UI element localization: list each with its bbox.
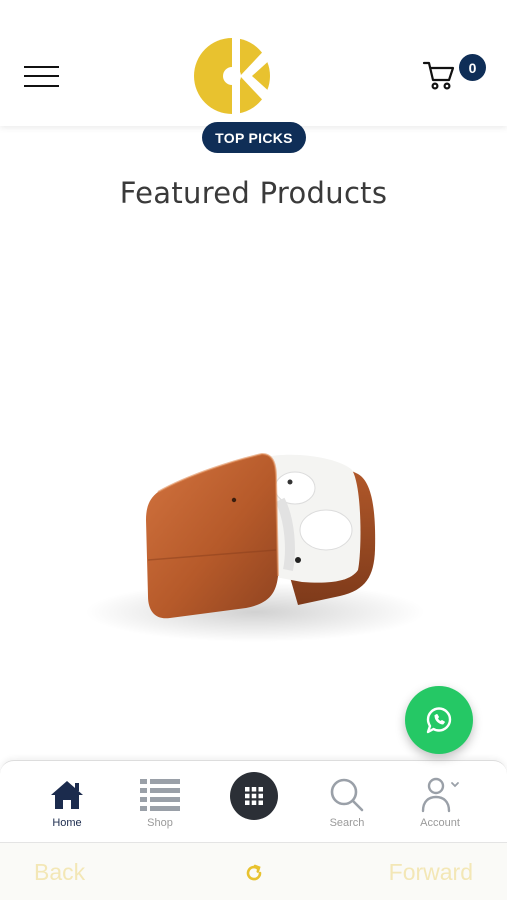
product-image[interactable] xyxy=(40,400,470,690)
reload-icon[interactable] xyxy=(244,863,264,883)
user-icon xyxy=(421,777,459,813)
tab-shop-label: Shop xyxy=(147,817,173,829)
home-icon xyxy=(51,781,83,809)
tab-account[interactable]: Account xyxy=(395,761,485,843)
cart-count-badge: 0 xyxy=(459,54,486,81)
tab-account-label: Account xyxy=(420,817,460,829)
back-button[interactable]: Back xyxy=(34,859,85,886)
whatsapp-icon xyxy=(426,707,452,734)
search-icon xyxy=(330,778,364,812)
section-title: Featured Products xyxy=(119,176,388,210)
tab-search-label: Search xyxy=(329,817,365,829)
tab-shop[interactable]: Shop xyxy=(115,761,205,843)
tab-search[interactable]: Search xyxy=(302,761,392,843)
tab-home-label: Home xyxy=(52,817,82,829)
shopping-cart-icon[interactable] xyxy=(422,58,456,92)
app-header: 0 xyxy=(0,0,507,126)
whatsapp-button[interactable] xyxy=(405,686,473,754)
hamburger-menu-icon[interactable] xyxy=(24,64,60,90)
forward-button[interactable]: Forward xyxy=(389,859,473,886)
browser-nav-bar: Back Forward xyxy=(0,842,507,900)
grid-icon xyxy=(245,787,263,805)
brand-logo[interactable] xyxy=(192,36,272,116)
top-picks-badge: TOP PICKS xyxy=(202,122,306,153)
tab-home[interactable]: Home xyxy=(22,761,112,843)
list-icon xyxy=(140,779,180,811)
categories-grid-button[interactable] xyxy=(230,772,278,820)
